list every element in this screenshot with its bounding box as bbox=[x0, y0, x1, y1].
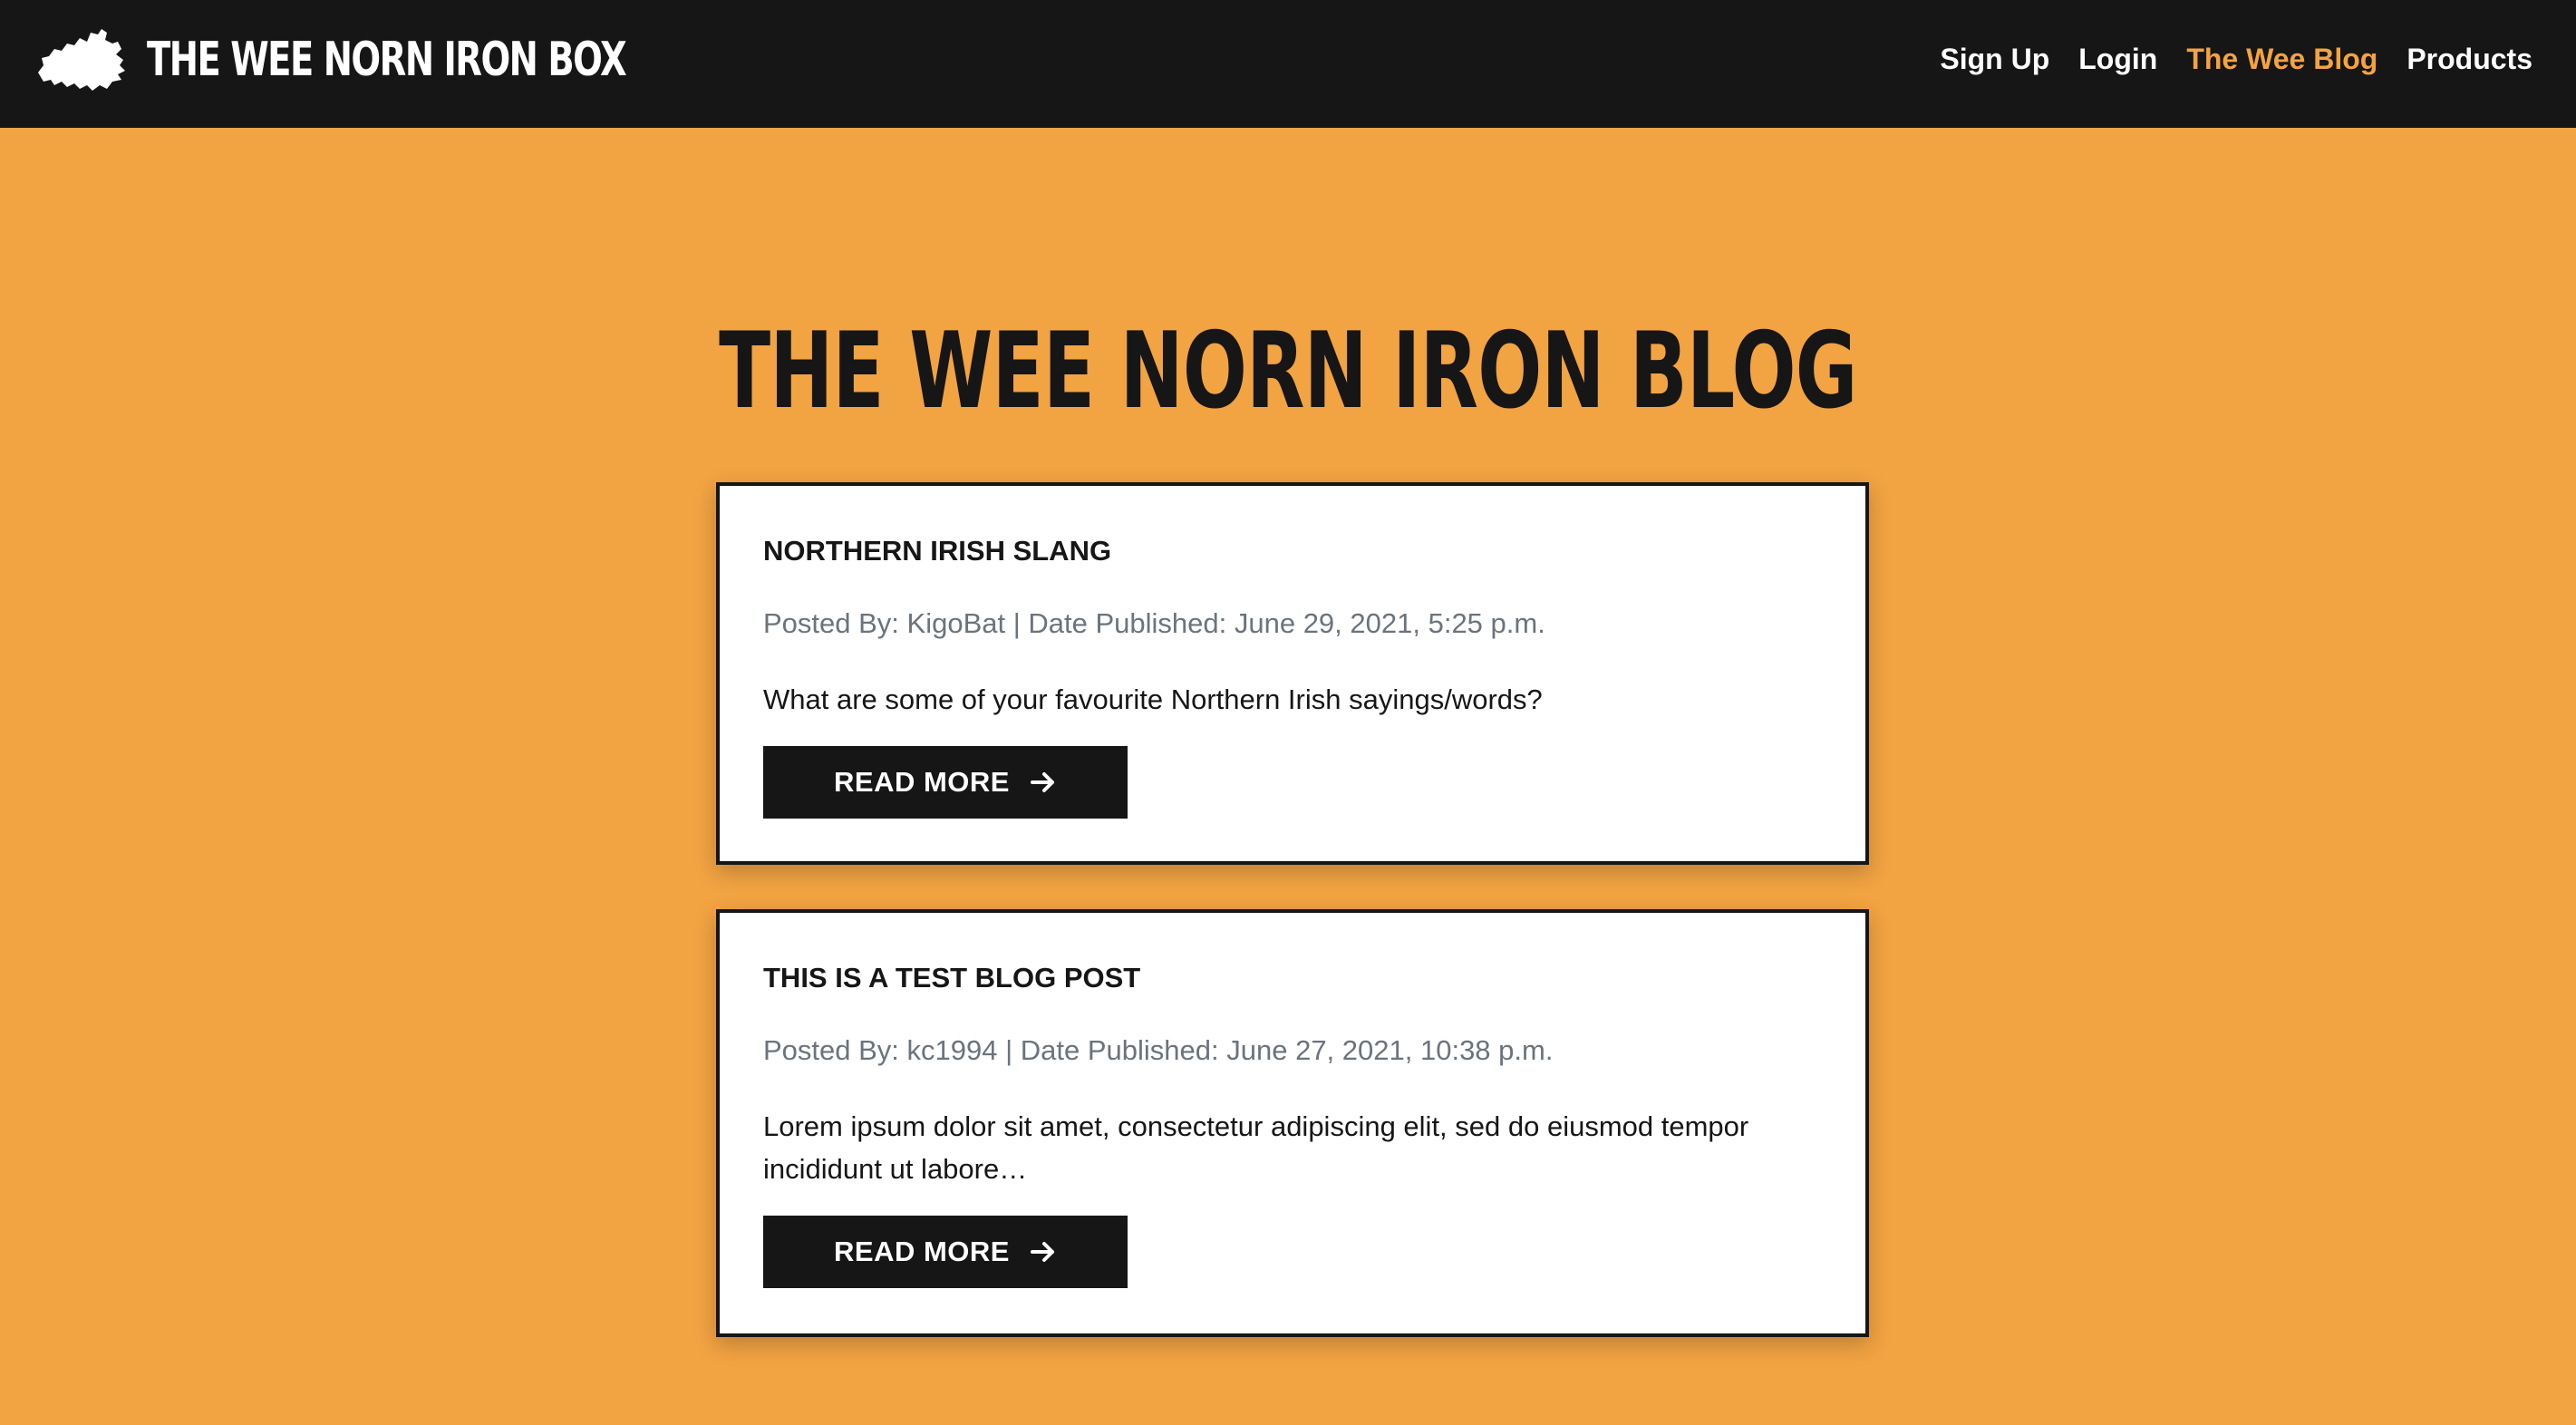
northern-ireland-map-icon bbox=[38, 29, 125, 91]
nav-links: Sign Up Login The Wee Blog Products bbox=[1940, 36, 2532, 82]
arrow-right-icon bbox=[1030, 1242, 1054, 1262]
page-title: THE WEE NORN IRON BLOG bbox=[0, 308, 2576, 435]
read-more-button[interactable]: READ MORE bbox=[763, 746, 1128, 819]
blog-post-excerpt: Lorem ipsum dolor sit amet, consectetur … bbox=[763, 1110, 1749, 1185]
nav-link-the-wee-blog[interactable]: The Wee Blog bbox=[2186, 43, 2377, 76]
read-more-button[interactable]: READ MORE bbox=[763, 1216, 1128, 1288]
blog-post-card: NORTHERN IRISH SLANG Posted By: KigoBat … bbox=[716, 482, 1869, 865]
blog-post-meta: Posted By: kc1994 | Date Published: June… bbox=[763, 1034, 1554, 1066]
brand-name: THE WEE NORN IRON BOX bbox=[147, 33, 627, 87]
arrow-right-icon bbox=[1030, 772, 1054, 792]
read-more-label: READ MORE bbox=[834, 1236, 1010, 1267]
blog-post-card: THIS IS A TEST BLOG POST Posted By: kc19… bbox=[716, 909, 1869, 1337]
blog-post-title: NORTHERN IRISH SLANG bbox=[763, 535, 1112, 567]
blog-post-title: THIS IS A TEST BLOG POST bbox=[763, 962, 1141, 994]
blog-post-meta: Posted By: KigoBat | Date Published: Jun… bbox=[763, 607, 1545, 639]
nav-link-login[interactable]: Login bbox=[2078, 43, 2157, 76]
read-more-label: READ MORE bbox=[834, 766, 1010, 798]
navbar: THE WEE NORN IRON BOX Sign Up Login The … bbox=[0, 0, 2576, 128]
nav-link-products[interactable]: Products bbox=[2407, 43, 2532, 76]
brand-link[interactable]: THE WEE NORN IRON BOX bbox=[34, 24, 794, 96]
blog-post-excerpt: What are some of your favourite Northern… bbox=[763, 683, 1543, 715]
page-title-text: THE WEE NORN IRON BLOG bbox=[719, 310, 1857, 432]
nav-link-sign-up[interactable]: Sign Up bbox=[1940, 43, 2049, 76]
